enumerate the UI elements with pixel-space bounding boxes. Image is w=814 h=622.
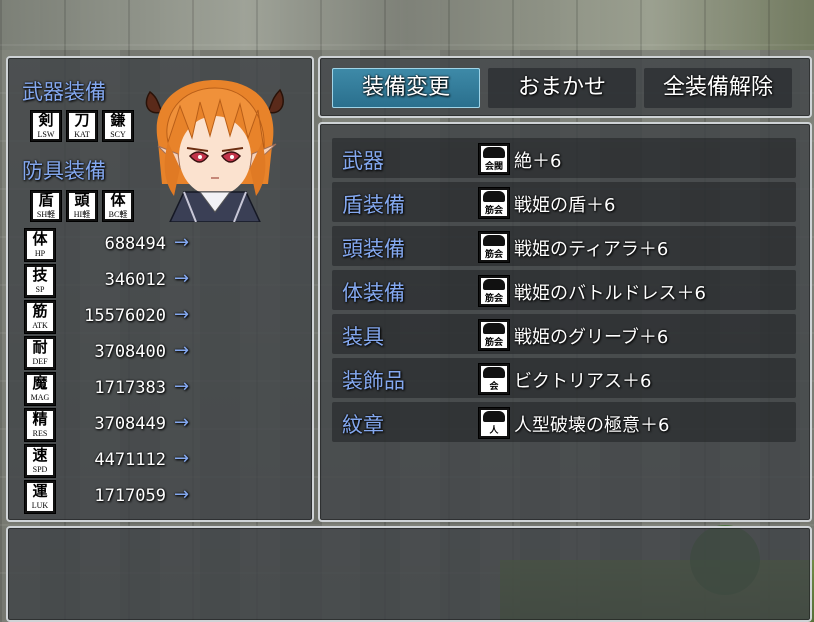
slot-item: 人型破壊の極意＋6 <box>514 415 670 436</box>
slot-item: 戦姫のバトルドレス＋6 <box>514 283 706 304</box>
slot-name: 武器 <box>342 149 384 173</box>
spd-value: 4471112 <box>94 450 166 470</box>
accessory-icon: 会 <box>478 363 510 395</box>
atk-value: 15576020 <box>84 306 166 326</box>
change-equipment-command[interactable]: 装備変更 <box>332 68 480 108</box>
character-portrait <box>145 80 284 222</box>
slot-gear[interactable]: 装具 筋会 戦姫のグリーブ＋6 <box>332 314 796 354</box>
stat-row-luk: 運 LUK 1717059 → <box>24 480 194 514</box>
crest-icon: 人 <box>478 407 510 439</box>
slot-name: 装飾品 <box>342 369 405 393</box>
sp-icon: 技 SP <box>24 264 56 298</box>
atk-icon: 筋 ATK <box>24 300 56 334</box>
slot-item: 絶＋6 <box>514 151 562 172</box>
slot-item: 戦姫のグリーブ＋6 <box>514 327 669 348</box>
armor-skill-shield-icon: 盾 SH軽 <box>30 190 62 222</box>
def-arrow: → <box>174 340 190 361</box>
mag-value: 1717383 <box>94 378 166 398</box>
spd-icon: 速 SPD <box>24 444 56 478</box>
hp-icon: 体 HP <box>24 228 56 262</box>
remove-all-command[interactable]: 全装備解除 <box>644 68 792 108</box>
dress-icon: 筋会 <box>478 275 510 307</box>
slot-item: ビクトリアス＋6 <box>514 371 652 392</box>
slot-name: 頭装備 <box>342 237 405 261</box>
slot-item: 戦姫の盾＋6 <box>514 195 616 216</box>
weapon-skill-katana-icon: 刀 KAT <box>66 110 98 142</box>
luk-value: 1717059 <box>94 486 166 506</box>
armor-skill-body-icon: 体 BC軽 <box>102 190 134 222</box>
hp-value: 688494 <box>104 234 166 254</box>
tiara-icon: 筋会 <box>478 231 510 263</box>
slot-name: 体装備 <box>342 281 405 305</box>
res-value: 3708449 <box>94 414 166 434</box>
optimize-command[interactable]: おまかせ <box>488 68 636 108</box>
help-window <box>6 526 812 622</box>
atk-arrow: → <box>174 304 190 325</box>
armor-skill-head-icon: 頭 HI軽 <box>66 190 98 222</box>
sp-value: 346012 <box>104 270 166 290</box>
slot-accessory[interactable]: 装飾品 会 ビクトリアス＋6 <box>332 358 796 398</box>
slot-shield[interactable]: 盾装備 筋会 戦姫の盾＋6 <box>332 182 796 222</box>
equip-status-window: 武器装備 剣 LSW 刀 KAT 鎌 SCY 防具装備 盾 SH軽 頭 HI軽 体 BC軽 <box>6 56 314 522</box>
slot-name: 盾装備 <box>342 193 405 217</box>
def-icon: 耐 DEF <box>24 336 56 370</box>
sp-arrow: → <box>174 268 190 289</box>
stat-row-res: 精 RES 3708449 → <box>24 408 194 442</box>
slot-weapon[interactable]: 武器 会閥 絶＋6 <box>332 138 796 178</box>
def-value: 3708400 <box>94 342 166 362</box>
stat-row-hp: 体 HP 688494 → <box>24 228 194 262</box>
command-window: 装備変更 おまかせ 全装備解除 <box>318 56 812 118</box>
greaves-icon: 筋会 <box>478 319 510 351</box>
stat-row-def: 耐 DEF 3708400 → <box>24 336 194 370</box>
hp-arrow: → <box>174 232 190 253</box>
equipment-slot-window: 武器 会閥 絶＋6 盾装備 筋会 戦姫の盾＋6 頭装備 筋会 戦姫のティアラ＋6… <box>318 122 812 522</box>
slot-head[interactable]: 頭装備 筋会 戦姫のティアラ＋6 <box>332 226 796 266</box>
weapon-equip-header: 武器装備 <box>22 80 106 104</box>
slot-body[interactable]: 体装備 筋会 戦姫のバトルドレス＋6 <box>332 270 796 310</box>
luk-icon: 運 LUK <box>24 480 56 514</box>
stat-row-atk: 筋 ATK 15576020 → <box>24 300 194 334</box>
weapon-skill-longsword-icon: 剣 LSW <box>30 110 62 142</box>
stat-row-sp: 技 SP 346012 → <box>24 264 194 298</box>
weapon-skill-scythe-icon: 鎌 SCY <box>102 110 134 142</box>
luk-arrow: → <box>174 484 190 505</box>
stat-row-spd: 速 SPD 4471112 → <box>24 444 194 478</box>
weapon-icon: 会閥 <box>478 143 510 175</box>
armor-equip-header: 防具装備 <box>22 159 106 183</box>
stat-row-mag: 魔 MAG 1717383 → <box>24 372 194 406</box>
slot-name: 装具 <box>342 325 384 349</box>
slot-name: 紋章 <box>342 413 384 437</box>
spd-arrow: → <box>174 448 190 469</box>
slot-crest[interactable]: 紋章 人 人型破壊の極意＋6 <box>332 402 796 442</box>
mag-icon: 魔 MAG <box>24 372 56 406</box>
shield-icon: 筋会 <box>478 187 510 219</box>
mag-arrow: → <box>174 376 190 397</box>
res-arrow: → <box>174 412 190 433</box>
slot-item: 戦姫のティアラ＋6 <box>514 239 669 260</box>
res-icon: 精 RES <box>24 408 56 442</box>
